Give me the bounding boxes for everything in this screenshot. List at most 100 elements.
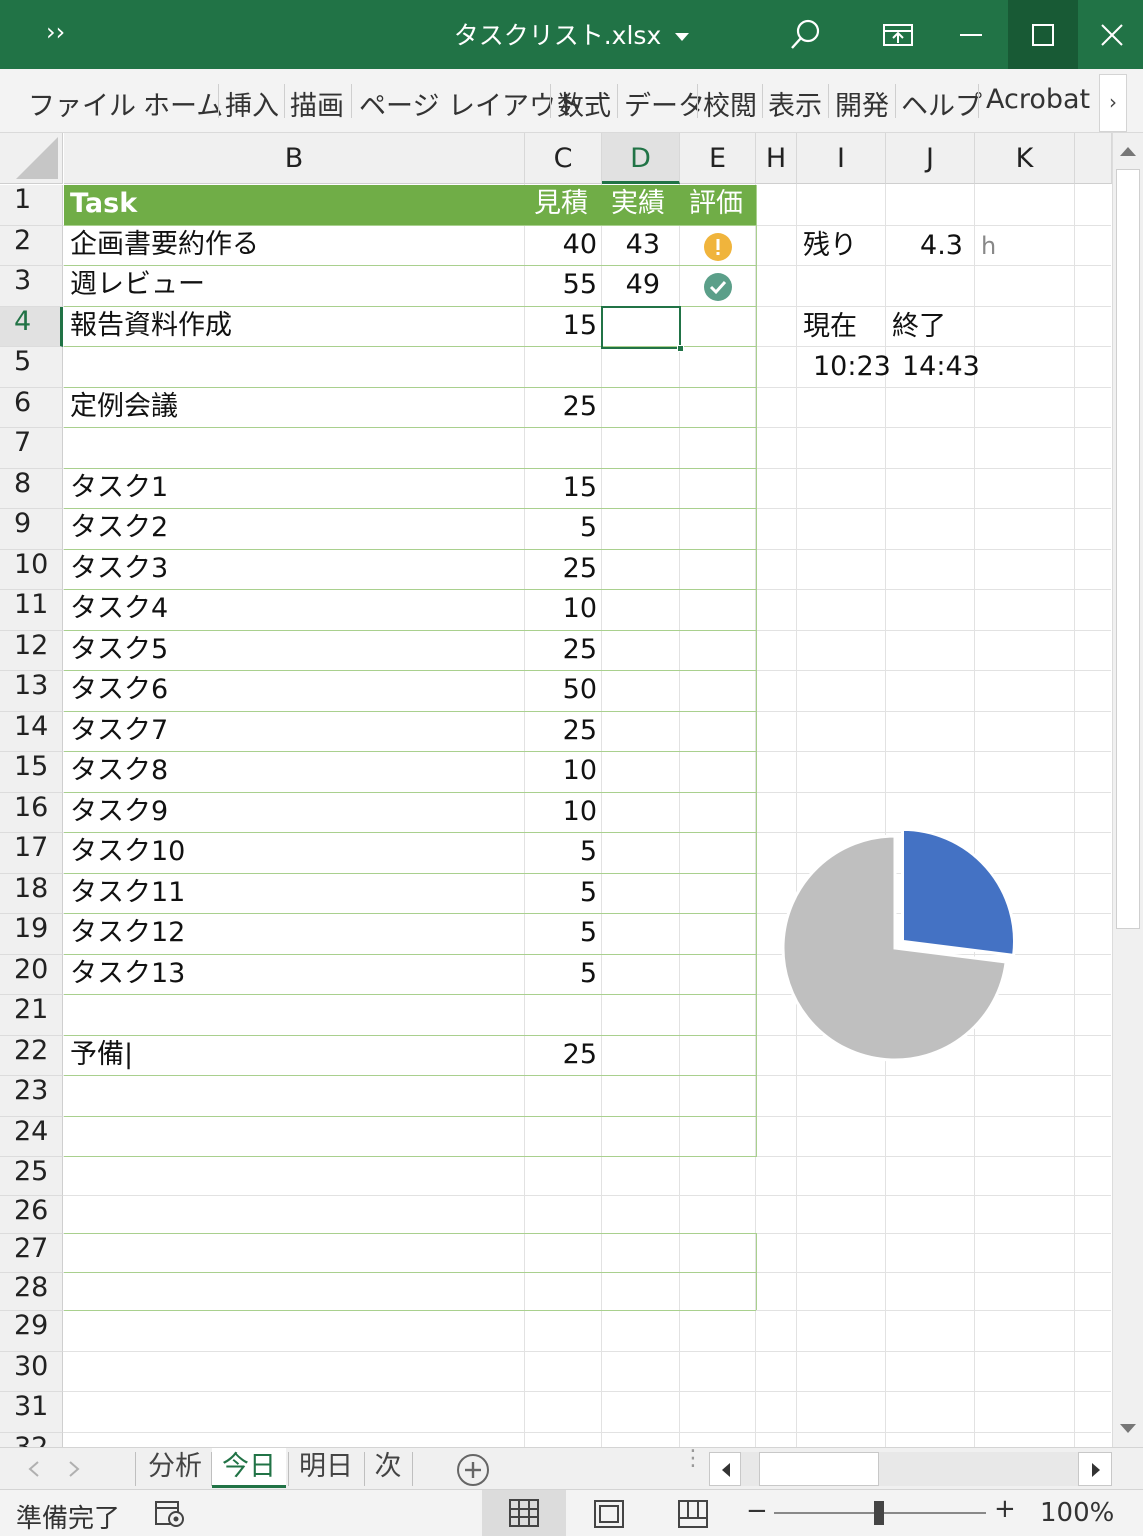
column-header-e[interactable]: E [680, 133, 756, 184]
tab-draw[interactable]: 描画 [290, 84, 344, 123]
gridline [524, 184, 525, 1447]
row-header-32[interactable]: 32 [0, 1432, 63, 1447]
column-header-k[interactable]: K [975, 133, 1075, 184]
table-border [756, 1233, 757, 1310]
sheet-tab-analysis[interactable]: 分析 [140, 1448, 210, 1488]
row-header-1[interactable]: 1 [0, 185, 63, 226]
chevron-down-icon[interactable] [675, 33, 690, 41]
end-time: 14:43 [902, 351, 980, 382]
estimate-cell: 50 [562, 674, 597, 705]
row-header-15[interactable]: 15 [0, 752, 63, 793]
now-label: 現在 [803, 311, 857, 342]
row-header-27[interactable]: 27 [0, 1234, 63, 1273]
normal-view-button[interactable] [482, 1490, 566, 1536]
task-name-cell: タスク12 [70, 917, 186, 948]
row-header-3[interactable]: 3 [0, 266, 63, 307]
row-header-22[interactable]: 22 [0, 1035, 63, 1076]
row-header-8[interactable]: 8 [0, 468, 63, 509]
row-header-31[interactable]: 31 [0, 1392, 63, 1433]
sheet-tab-next[interactable]: 次 [366, 1448, 410, 1488]
add-sheet-icon[interactable] [456, 1453, 490, 1487]
tab-acrobat[interactable]: Acrobat [986, 84, 1090, 115]
fill-handle[interactable] [677, 345, 684, 352]
row-header-18[interactable]: 18 [0, 873, 63, 914]
row-header-10[interactable]: 10 [0, 549, 63, 590]
ribbon-display-button[interactable] [863, 0, 933, 69]
column-header-h[interactable]: H [756, 133, 797, 184]
row-header-30[interactable]: 30 [0, 1351, 63, 1392]
task-name-cell: タスク4 [70, 593, 169, 624]
row-header-29[interactable]: 29 [0, 1311, 63, 1352]
sheet-tab-tomorrow[interactable]: 明日 [290, 1448, 362, 1488]
task-name-cell: 企画書要約作る [70, 228, 259, 260]
row-header-21[interactable]: 21 [0, 995, 63, 1036]
row-header-7[interactable]: 7 [0, 428, 63, 469]
estimate-cell: 5 [579, 836, 597, 867]
scroll-right-button[interactable] [1078, 1452, 1112, 1486]
row-header-28[interactable]: 28 [0, 1272, 63, 1311]
tab-developer[interactable]: 開発 [835, 84, 889, 123]
row-header-9[interactable]: 9 [0, 509, 63, 550]
column-header-j[interactable]: J [886, 133, 975, 184]
horizontal-scroll-thumb[interactable] [759, 1452, 879, 1486]
close-button[interactable] [1080, 0, 1143, 69]
vertical-scrollbar[interactable] [1112, 133, 1143, 1447]
column-header-c[interactable]: C [525, 133, 602, 184]
ribbon-scroll-right-button[interactable]: › [1099, 74, 1127, 132]
tab-formulas[interactable]: 数式 [557, 84, 611, 123]
row-header-13[interactable]: 13 [0, 671, 63, 712]
tab-file[interactable]: ファイル [28, 84, 136, 123]
zoom-slider[interactable] [774, 1501, 986, 1525]
pie-slice-0[interactable] [901, 827, 1016, 958]
vertical-scroll-thumb[interactable] [1116, 169, 1140, 929]
tab-divider [697, 84, 698, 118]
row-header-17[interactable]: 17 [0, 833, 63, 874]
select-all-button[interactable] [0, 133, 63, 184]
zoom-out-button[interactable]: − [746, 1496, 768, 1526]
row-header-16[interactable]: 16 [0, 792, 63, 833]
row-header-19[interactable]: 19 [0, 914, 63, 955]
page-layout-view-icon[interactable] [594, 1500, 624, 1528]
worksheet-grid[interactable]: BCDEHIJK 1 2 3 4 5 6 7 8 9 10 11 12 13 14 15 16 17 18 19 20… [0, 133, 1112, 1447]
search-button[interactable] [770, 0, 840, 69]
estimate-cell: 15 [562, 471, 597, 503]
row-header-14[interactable]: 14 [0, 711, 63, 752]
sheet-tab-today[interactable]: 今日 [212, 1448, 286, 1488]
scroll-left-button[interactable] [709, 1452, 741, 1486]
row-header-26[interactable]: 26 [0, 1195, 63, 1234]
accessibility-icon[interactable] [154, 1500, 186, 1528]
tab-split-handle[interactable]: ⋮ [682, 1448, 704, 1470]
column-header-d[interactable]: D [602, 133, 680, 184]
active-cell-cursor[interactable] [601, 306, 684, 352]
row-header-6[interactable]: 6 [0, 387, 63, 428]
tab-data[interactable]: データ [624, 84, 705, 123]
column-header-b[interactable]: B [64, 133, 525, 184]
tab-view[interactable]: 表示 [768, 84, 822, 123]
maximize-button[interactable] [1008, 0, 1078, 69]
progress-pie-chart[interactable] [770, 813, 1030, 1063]
row-header-5[interactable]: 5 [0, 347, 63, 388]
row-header-24[interactable]: 24 [0, 1116, 63, 1157]
row-header-4[interactable]: 4 [0, 306, 63, 347]
horizontal-scrollbar[interactable] [709, 1452, 1112, 1486]
estimate-cell: 5 [579, 917, 597, 948]
row-header-25[interactable]: 25 [0, 1157, 63, 1196]
tab-help[interactable]: ヘルプ [901, 84, 982, 123]
row-header-12[interactable]: 12 [0, 630, 63, 671]
zoom-slider-thumb[interactable] [874, 1501, 884, 1525]
row-header-20[interactable]: 20 [0, 954, 63, 995]
row-header-2[interactable]: 2 [0, 225, 63, 266]
page-break-view-icon[interactable] [678, 1500, 708, 1528]
maximize-icon [1032, 23, 1054, 46]
tab-insert[interactable]: 挿入 [225, 84, 279, 123]
zoom-level[interactable]: 100% [1040, 1498, 1114, 1528]
column-header-i[interactable]: I [797, 133, 886, 184]
zoom-in-button[interactable]: + [994, 1494, 1016, 1524]
tab-home[interactable]: ホーム [143, 84, 223, 123]
table-border [64, 1233, 756, 1234]
task-name-cell: タスク5 [70, 633, 169, 665]
tab-review[interactable]: 校閲 [703, 84, 757, 123]
row-header-23[interactable]: 23 [0, 1076, 63, 1117]
minimize-button[interactable] [936, 0, 1006, 69]
row-header-11[interactable]: 11 [0, 590, 63, 631]
